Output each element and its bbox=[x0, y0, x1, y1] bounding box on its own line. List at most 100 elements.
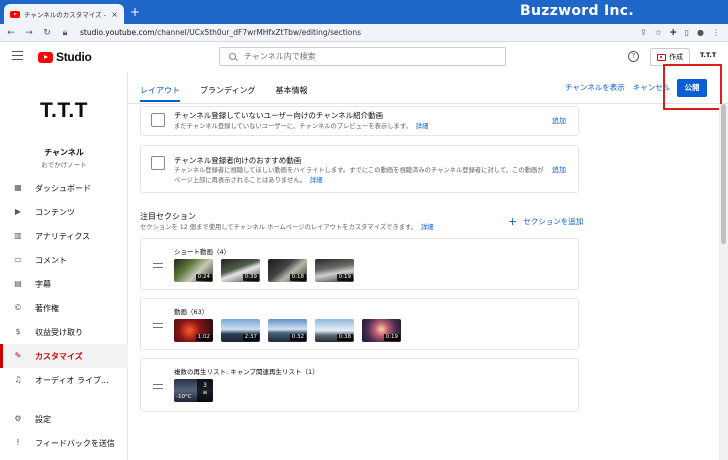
section-title: 動画（63） bbox=[174, 308, 209, 316]
content-icon: ▶ bbox=[14, 207, 22, 216]
video-thumbnail[interactable]: 0:19 bbox=[362, 319, 401, 342]
section-title: 複数の再生リスト: キャンプ関連再生リスト（1） bbox=[174, 368, 319, 376]
top-actions: チャンネルを表示 キャンセル bbox=[565, 82, 670, 93]
sidebar-item-label: 字幕 bbox=[35, 279, 51, 289]
card-title: チャンネル登録していないユーザー向けのチャンネル紹介動画 bbox=[174, 111, 384, 120]
tab-close-icon[interactable]: × bbox=[111, 10, 118, 19]
tab-basic-info[interactable]: 基本情報 bbox=[275, 78, 307, 102]
featured-video-card: チャンネル登録者向けのおすすめ動画 チャンネル登録者に視聴してほしい動画をハイラ… bbox=[140, 145, 579, 193]
thumbnail-list: 1:02 2:37 0:32 0:38 0:19 bbox=[174, 319, 401, 342]
channel-logo[interactable]: T.T.T bbox=[40, 99, 88, 123]
sidebar-item-label: 収益受け取り bbox=[35, 327, 83, 337]
duration-badge: 0:19 bbox=[336, 274, 353, 281]
video-thumbnail[interactable]: 0:38 bbox=[315, 319, 354, 342]
analytics-icon: ▥ bbox=[14, 231, 22, 240]
profile-icon[interactable]: ● bbox=[697, 28, 704, 37]
sidebar-item-subtitles[interactable]: ▤ 字幕 bbox=[0, 272, 128, 296]
tabs-divider bbox=[128, 103, 728, 104]
learn-more-link[interactable]: 詳細 bbox=[421, 224, 434, 231]
sidebar: T.T.T チャンネル おでかけノート ▦ ダッシュボード ▶ コンテンツ ▥ … bbox=[0, 72, 128, 460]
sidebar-item-feedback[interactable]: ! フィードバックを送信 bbox=[0, 431, 128, 455]
section-row-shorts[interactable]: ショート動画（4） 0:24 0:39 0:18 0:19 bbox=[140, 238, 579, 290]
url-host: studio.youtube.com bbox=[80, 28, 155, 37]
video-thumbnail[interactable]: 0:39 bbox=[221, 259, 260, 282]
video-thumbnail[interactable]: 0:18 bbox=[268, 259, 307, 282]
sidebar-item-label: カスタマイズ bbox=[35, 351, 83, 361]
sidebar-item-earn[interactable]: $ 収益受け取り bbox=[0, 320, 128, 344]
browser-tab[interactable]: チャンネルのカスタマイズ - YouTube S × bbox=[4, 4, 124, 24]
search-input[interactable] bbox=[244, 52, 444, 61]
lock-icon: 🔒︎ bbox=[62, 27, 68, 38]
drag-handle-icon[interactable] bbox=[153, 384, 163, 391]
create-label: 作成 bbox=[669, 53, 683, 61]
youtube-logo-icon bbox=[38, 51, 53, 63]
add-button[interactable]: 追加 bbox=[552, 165, 566, 175]
audio-library-icon: ♫ bbox=[14, 375, 22, 384]
playlist-count: 3 ≡ bbox=[197, 379, 213, 402]
avatar[interactable]: T.T.T bbox=[700, 51, 716, 59]
share-icon[interactable]: ⇪ bbox=[640, 28, 647, 37]
publish-button[interactable]: 公開 bbox=[677, 79, 707, 97]
new-tab-button[interactable]: + bbox=[130, 6, 140, 18]
extensions-icon[interactable]: ✚ bbox=[670, 28, 677, 37]
video-thumbnail[interactable]: 2:37 bbox=[221, 319, 260, 342]
copyright-icon: © bbox=[14, 303, 22, 312]
tab-branding[interactable]: ブランディング bbox=[200, 78, 255, 102]
forward-arrow-icon[interactable]: → bbox=[22, 28, 36, 38]
sidebar-item-label: フィードバックを送信 bbox=[35, 438, 115, 448]
learn-more-link[interactable]: 詳細 bbox=[416, 123, 429, 130]
sidebar-item-copyright[interactable]: © 著作権 bbox=[0, 296, 128, 320]
playlist-thumbnail[interactable]: -10°C 3 ≡ bbox=[174, 379, 213, 402]
channel-search[interactable] bbox=[219, 47, 506, 66]
brand-watermark: Buzzword Inc. bbox=[520, 3, 634, 19]
video-thumbnail[interactable]: 0:19 bbox=[315, 259, 354, 282]
record-icon bbox=[657, 53, 666, 61]
add-section-button[interactable]: + セクションを追加 bbox=[508, 216, 583, 227]
playlist-icon: ≡ bbox=[202, 389, 208, 396]
card-desc-text: チャンネル登録者に視聴してほしい動画をハイライトします。すでにこの動画を視聴済み… bbox=[174, 167, 544, 184]
help-icon[interactable]: ? bbox=[628, 51, 639, 62]
duration-badge: 1:02 bbox=[195, 334, 212, 341]
learn-more-link[interactable]: 詳細 bbox=[310, 177, 323, 184]
comments-icon: ▭ bbox=[14, 255, 22, 264]
view-channel-link[interactable]: チャンネルを表示 bbox=[565, 82, 625, 93]
sidebar-item-comments[interactable]: ▭ コメント bbox=[0, 248, 128, 272]
back-arrow-icon[interactable]: ← bbox=[4, 28, 18, 38]
sidebar-item-analytics[interactable]: ▥ アナリティクス bbox=[0, 224, 128, 248]
sidebar-item-audio-library[interactable]: ♫ オーディオ ライブ... bbox=[0, 368, 128, 392]
featured-sections-title: 注目セクション bbox=[140, 212, 196, 221]
sidebar-item-dashboard[interactable]: ▦ ダッシュボード bbox=[0, 176, 128, 200]
reload-icon[interactable]: ↻ bbox=[40, 28, 54, 38]
duration-badge: 0:24 bbox=[195, 274, 212, 281]
add-button[interactable]: 追加 bbox=[552, 116, 566, 126]
sidebar-toggle-icon[interactable]: ▯ bbox=[685, 28, 689, 37]
sidebar-item-settings[interactable]: ⚙ 設定 bbox=[0, 407, 128, 431]
section-row-videos[interactable]: 動画（63） 1:02 2:37 0:32 0:38 0:19 bbox=[140, 298, 579, 350]
sidebar-item-customize[interactable]: ✎ カスタマイズ bbox=[0, 344, 128, 368]
channel-name: チャンネル bbox=[44, 148, 84, 157]
section-title: ショート動画（4） bbox=[174, 248, 231, 256]
menu-kebab-icon[interactable]: ⋮ bbox=[712, 28, 720, 37]
hamburger-menu-icon[interactable] bbox=[12, 51, 23, 60]
sidebar-item-content[interactable]: ▶ コンテンツ bbox=[0, 200, 128, 224]
section-row-playlists[interactable]: 複数の再生リスト: キャンプ関連再生リスト（1） -10°C 3 ≡ bbox=[140, 358, 579, 412]
playlist-count-number: 3 bbox=[203, 382, 207, 389]
featured-video-icon bbox=[151, 156, 165, 170]
duration-badge: 0:19 bbox=[383, 334, 400, 341]
studio-logo-text: Studio bbox=[56, 50, 92, 64]
address-bar: ← → ↻ 🔒︎ studio.youtube.com/channel/UCx5… bbox=[0, 24, 728, 42]
studio-logo[interactable]: Studio bbox=[38, 50, 92, 64]
url-field[interactable]: studio.youtube.com/channel/UCx5th0ur_dF7… bbox=[80, 28, 640, 37]
star-icon[interactable]: ☆ bbox=[655, 28, 662, 37]
thumbnail-list: -10°C 3 ≡ bbox=[174, 379, 213, 402]
video-thumbnail[interactable]: 1:02 bbox=[174, 319, 213, 342]
video-thumbnail[interactable]: 0:32 bbox=[268, 319, 307, 342]
scrollbar-thumb[interactable] bbox=[721, 104, 726, 244]
drag-handle-icon[interactable] bbox=[153, 263, 163, 270]
sidebar-item-label: アナリティクス bbox=[35, 231, 91, 241]
sidebar-item-label: オーディオ ライブ... bbox=[35, 375, 109, 385]
card-desc-text: まだチャンネル登録していないユーザーに、チャンネルのプレビューを表示します。 bbox=[174, 123, 412, 130]
drag-handle-icon[interactable] bbox=[153, 323, 163, 330]
video-thumbnail[interactable]: 0:24 bbox=[174, 259, 213, 282]
tab-layout[interactable]: レイアウト bbox=[140, 78, 180, 102]
